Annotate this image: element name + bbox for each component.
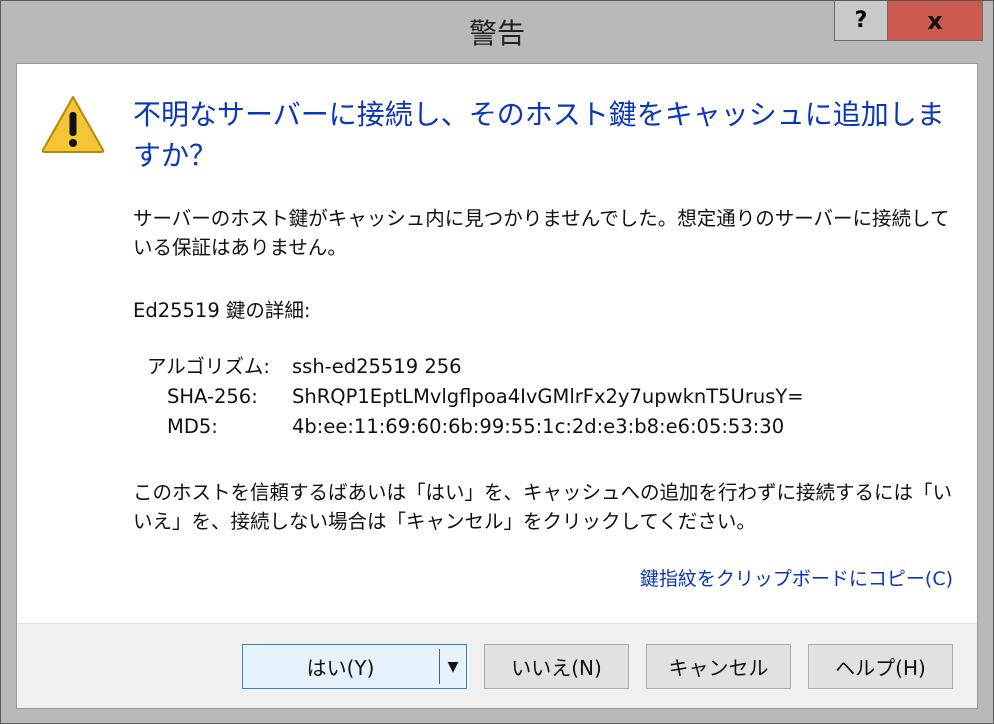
detail-row-algorithm: アルゴリズム: ssh-ed25519 256 — [147, 352, 804, 382]
copy-fingerprint-link[interactable]: 鍵指紋をクリップボードにコピー(C) — [640, 564, 953, 591]
detail-row-sha256: SHA-256: ShRQP1EptLMvlgflpoa4IvGMlrFx2y7… — [147, 382, 804, 412]
dropdown-arrow-icon[interactable]: ▼ — [440, 645, 466, 688]
detail-label: SHA-256: — [167, 385, 258, 408]
detail-row-md5: MD5: 4b:ee:11:69:60:6b:99:55:1c:2d:e3:b8… — [147, 412, 804, 442]
yes-split-button[interactable]: はい(Y) ▼ — [242, 644, 467, 689]
dialog-window: 警告 ? x 不明なサーバーに接続し、そのホスト鍵をキャッシュに追加しますか？ … — [0, 0, 994, 724]
key-details-header: Ed25519 鍵の詳細: — [133, 299, 311, 322]
main-instruction: 不明なサーバーに接続し、そのホスト鍵をキャッシュに追加しますか？ — [133, 98, 945, 172]
detail-label: MD5: — [167, 415, 218, 438]
description-text: サーバーのホスト鍵がキャッシュ内に見つかりませんでした。想定通りのサーバーに接続… — [133, 207, 950, 259]
question-icon: ? — [854, 8, 868, 33]
warning-icon — [41, 96, 105, 153]
no-button[interactable]: いいえ(N) — [484, 644, 629, 689]
close-button[interactable]: x — [887, 1, 983, 41]
help-title-button[interactable]: ? — [834, 1, 888, 41]
button-bar: はい(Y) ▼ いいえ(N) キャンセル ヘルプ(H) — [17, 623, 977, 708]
key-details: アルゴリズム: ssh-ed25519 256 SHA-256: ShRQP1E… — [147, 352, 804, 442]
title-bar[interactable]: 警告 ? x — [1, 1, 993, 63]
yes-button[interactable]: はい(Y) — [243, 645, 438, 688]
instructions-text: このホストを信頼するばあいは「はい」を、キャッシュへの追加を行わずに接続するには… — [133, 481, 953, 533]
detail-value: ShRQP1EptLMvlgflpoa4IvGMlrFx2y7upwknT5Ur… — [292, 385, 804, 408]
detail-value: 4b:ee:11:69:60:6b:99:55:1c:2d:e3:b8:e6:0… — [292, 415, 785, 438]
help-button[interactable]: ヘルプ(H) — [808, 644, 953, 689]
cancel-button[interactable]: キャンセル — [646, 644, 791, 689]
detail-label: アルゴリズム: — [147, 355, 270, 378]
dialog-content: 不明なサーバーに接続し、そのホスト鍵をキャッシュに追加しますか？ サーバーのホス… — [16, 63, 978, 709]
close-icon: x — [927, 6, 943, 35]
detail-value: ssh-ed25519 256 — [292, 355, 462, 378]
